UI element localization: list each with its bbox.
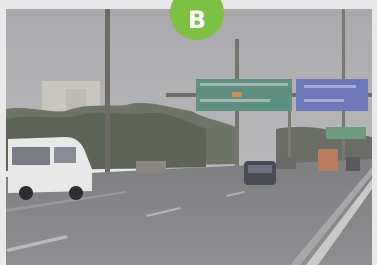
figure-panel: B: [0, 0, 377, 265]
highway-photo: [6, 9, 372, 265]
blue-road-sign: [296, 79, 368, 111]
